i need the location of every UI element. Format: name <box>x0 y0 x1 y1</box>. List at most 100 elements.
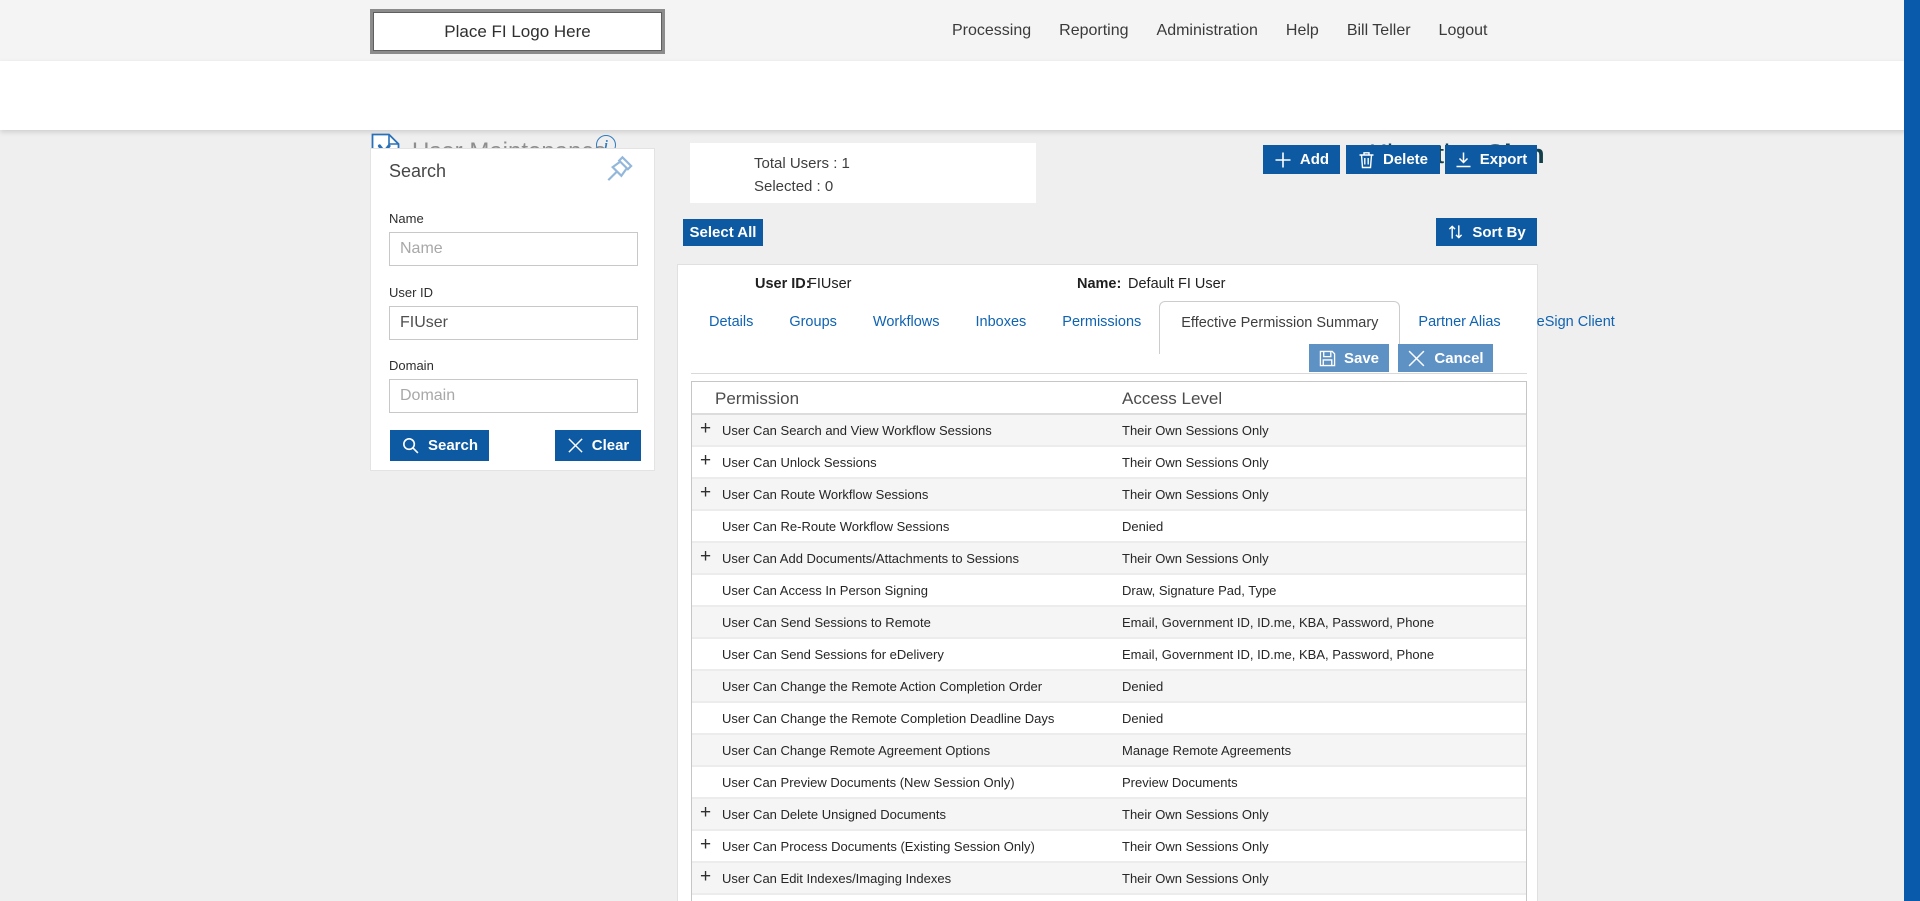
totals-box: Total Users : 1 Selected : 0 <box>690 143 1036 203</box>
topnav-processing[interactable]: Processing <box>952 22 1031 40</box>
user-id-field-label: User ID <box>389 285 434 300</box>
name-field-label: Name <box>389 211 424 226</box>
access-level-value: Their Own Sessions Only <box>1122 551 1269 566</box>
permissions-table-header: Permission Access Level <box>692 382 1526 415</box>
plus-icon <box>1275 152 1291 167</box>
access-level-value: Their Own Sessions Only <box>1122 455 1269 470</box>
access-level-value: Preview Documents <box>1122 775 1238 790</box>
name-field[interactable] <box>389 232 638 266</box>
access-level-value: Their Own Sessions Only <box>1122 871 1269 886</box>
permission-name: User Can Edit Indexes/Imaging Indexes <box>722 871 952 886</box>
top-bar: Place FI Logo Here Processing Reporting Ad… <box>0 0 1920 61</box>
tab-permissions[interactable]: Permissions <box>1044 314 1159 330</box>
access-level-value: Their Own Sessions Only <box>1122 839 1269 854</box>
sort-arrows-icon <box>1449 225 1463 239</box>
expand-plus-icon[interactable]: + <box>700 867 711 887</box>
tab-groups[interactable]: Groups <box>771 314 855 330</box>
expand-plus-icon[interactable]: + <box>700 451 711 471</box>
close-icon <box>568 438 583 453</box>
permission-name: User Can Change the Remote Completion De… <box>722 711 1055 726</box>
search-button[interactable]: Search <box>390 430 489 461</box>
cancel-button[interactable]: Cancel <box>1398 344 1493 372</box>
topnav-bill-teller[interactable]: Bill Teller <box>1347 22 1411 40</box>
permission-name: User Can Add Documents/Attachments to Se… <box>722 551 1019 566</box>
select-all-button[interactable]: Select All <box>683 219 763 246</box>
access-level-value: Their Own Sessions Only <box>1122 487 1269 502</box>
tab-partner-alias[interactable]: Partner Alias <box>1400 314 1518 330</box>
permission-row: User Can Send Sessions to Remote Email, G… <box>692 607 1526 639</box>
name-value: Default FI User <box>1128 276 1226 292</box>
download-icon <box>1456 152 1471 167</box>
fi-logo-placeholder: Place FI Logo Here <box>370 9 665 54</box>
permission-name: User Can Send Sessions to Remote <box>722 615 931 630</box>
access-level-value: Their Own Sessions Only <box>1122 423 1269 438</box>
tab-details[interactable]: Details <box>691 314 771 330</box>
permission-row: + User Can Unlock Sessions Their Own Sessi… <box>692 447 1526 479</box>
access-level-value: Denied <box>1122 679 1164 694</box>
access-level-value: Manage Remote Agreements <box>1122 743 1292 758</box>
user-id-field[interactable] <box>389 306 638 340</box>
permission-name: User Can Change Remote Agreement Options <box>722 743 991 758</box>
permission-row: User Can Preview Documents (New Session … <box>692 767 1526 799</box>
permission-row: + User Can Add Documents/Attachments to S… <box>692 543 1526 575</box>
permission-name: User Can Change the Remote Action Comple… <box>722 679 1043 694</box>
access-level-value: Denied <box>1122 711 1164 726</box>
user-card: User ID: FIUser Name: Default FI User De… <box>677 264 1615 901</box>
search-panel: Search Name User ID Domain Search Clear <box>370 148 655 471</box>
permissions-table-body: + User Can Search and View Workflow Sessi… <box>692 415 1526 901</box>
total-users-text: Total Users : 1 <box>754 155 850 172</box>
expand-plus-icon[interactable]: + <box>700 419 711 439</box>
permission-name: User Can Search and View Workflow Sessio… <box>722 423 992 438</box>
add-button[interactable]: Add <box>1263 145 1340 174</box>
expand-plus-icon[interactable]: + <box>700 835 711 855</box>
delete-button[interactable]: Delete <box>1346 145 1440 174</box>
permissions-table: Permission Access Level + User Can Search… <box>691 381 1527 901</box>
topnav-reporting[interactable]: Reporting <box>1059 22 1128 40</box>
permission-row: User Can Re-Route Workflow Sessions Denie… <box>692 511 1526 543</box>
fi-logo-text: Place FI Logo Here <box>444 21 591 41</box>
permission-row: User Can Change Remote Agreement Options… <box>692 735 1526 767</box>
expand-plus-icon[interactable]: + <box>700 547 711 567</box>
search-icon <box>403 438 419 454</box>
topnav-help[interactable]: Help <box>1286 22 1319 40</box>
save-button[interactable]: Save <box>1309 344 1389 372</box>
permission-row: + User Can Process Documents (Existing Se… <box>692 831 1526 863</box>
permission-name: User Can Route Workflow Sessions <box>722 487 929 502</box>
permission-column-header: Permission <box>715 389 800 408</box>
tab-inboxes[interactable]: Inboxes <box>958 314 1045 330</box>
name-label: Name: <box>1077 276 1122 292</box>
scrollbar[interactable] <box>1904 0 1920 901</box>
permission-name: User Can Delete Unsigned Documents <box>722 807 946 822</box>
permission-row: + User Can Delete Unsigned Documents Their… <box>692 799 1526 831</box>
search-panel-title: Search <box>389 161 447 181</box>
permission-row <box>692 895 1526 901</box>
domain-field-label: Domain <box>389 358 434 373</box>
access-level-value: Email, Government ID, ID.me, KBA, Passwo… <box>1122 647 1435 662</box>
topnav-logout[interactable]: Logout <box>1439 22 1488 40</box>
save-icon <box>1319 350 1336 366</box>
permission-row: + User Can Edit Indexes/Imaging Indexes Th… <box>692 863 1526 895</box>
permission-name: User Can Access In Person Signing <box>722 583 928 598</box>
tab-workflows[interactable]: Workflows <box>855 314 958 330</box>
export-button[interactable]: Export <box>1445 145 1537 174</box>
domain-field[interactable] <box>389 379 638 413</box>
close-icon <box>1408 350 1425 366</box>
permission-name: User Can Send Sessions for eDelivery <box>722 647 944 662</box>
trash-icon <box>1359 151 1374 168</box>
expand-plus-icon[interactable]: + <box>700 483 711 503</box>
permission-row: + User Can Search and View Workflow Sessi… <box>692 415 1526 447</box>
clear-button[interactable]: Clear <box>555 430 641 461</box>
permission-row: + User Can Route Workflow Sessions Their O… <box>692 479 1526 511</box>
sort-by-button[interactable]: Sort By <box>1436 218 1537 246</box>
topnav-administration[interactable]: Administration <box>1157 22 1258 40</box>
expand-plus-icon[interactable]: + <box>700 803 711 823</box>
permission-row: User Can Send Sessions for eDelivery Emai… <box>692 639 1526 671</box>
tab-esign-client[interactable]: eSign Client <box>1519 314 1633 330</box>
access-level-value: Their Own Sessions Only <box>1122 807 1269 822</box>
page: Place FI Logo Here Processing Reporting Ad… <box>0 0 1920 901</box>
permission-row: User Can Access In Person Signing Draw, S… <box>692 575 1526 607</box>
access-level-value: Email, Government ID, ID.me, KBA, Passwo… <box>1122 615 1435 630</box>
selected-text: Selected : 0 <box>754 178 834 195</box>
pin-icon[interactable] <box>597 153 637 193</box>
access-level-value: Denied <box>1122 519 1164 534</box>
